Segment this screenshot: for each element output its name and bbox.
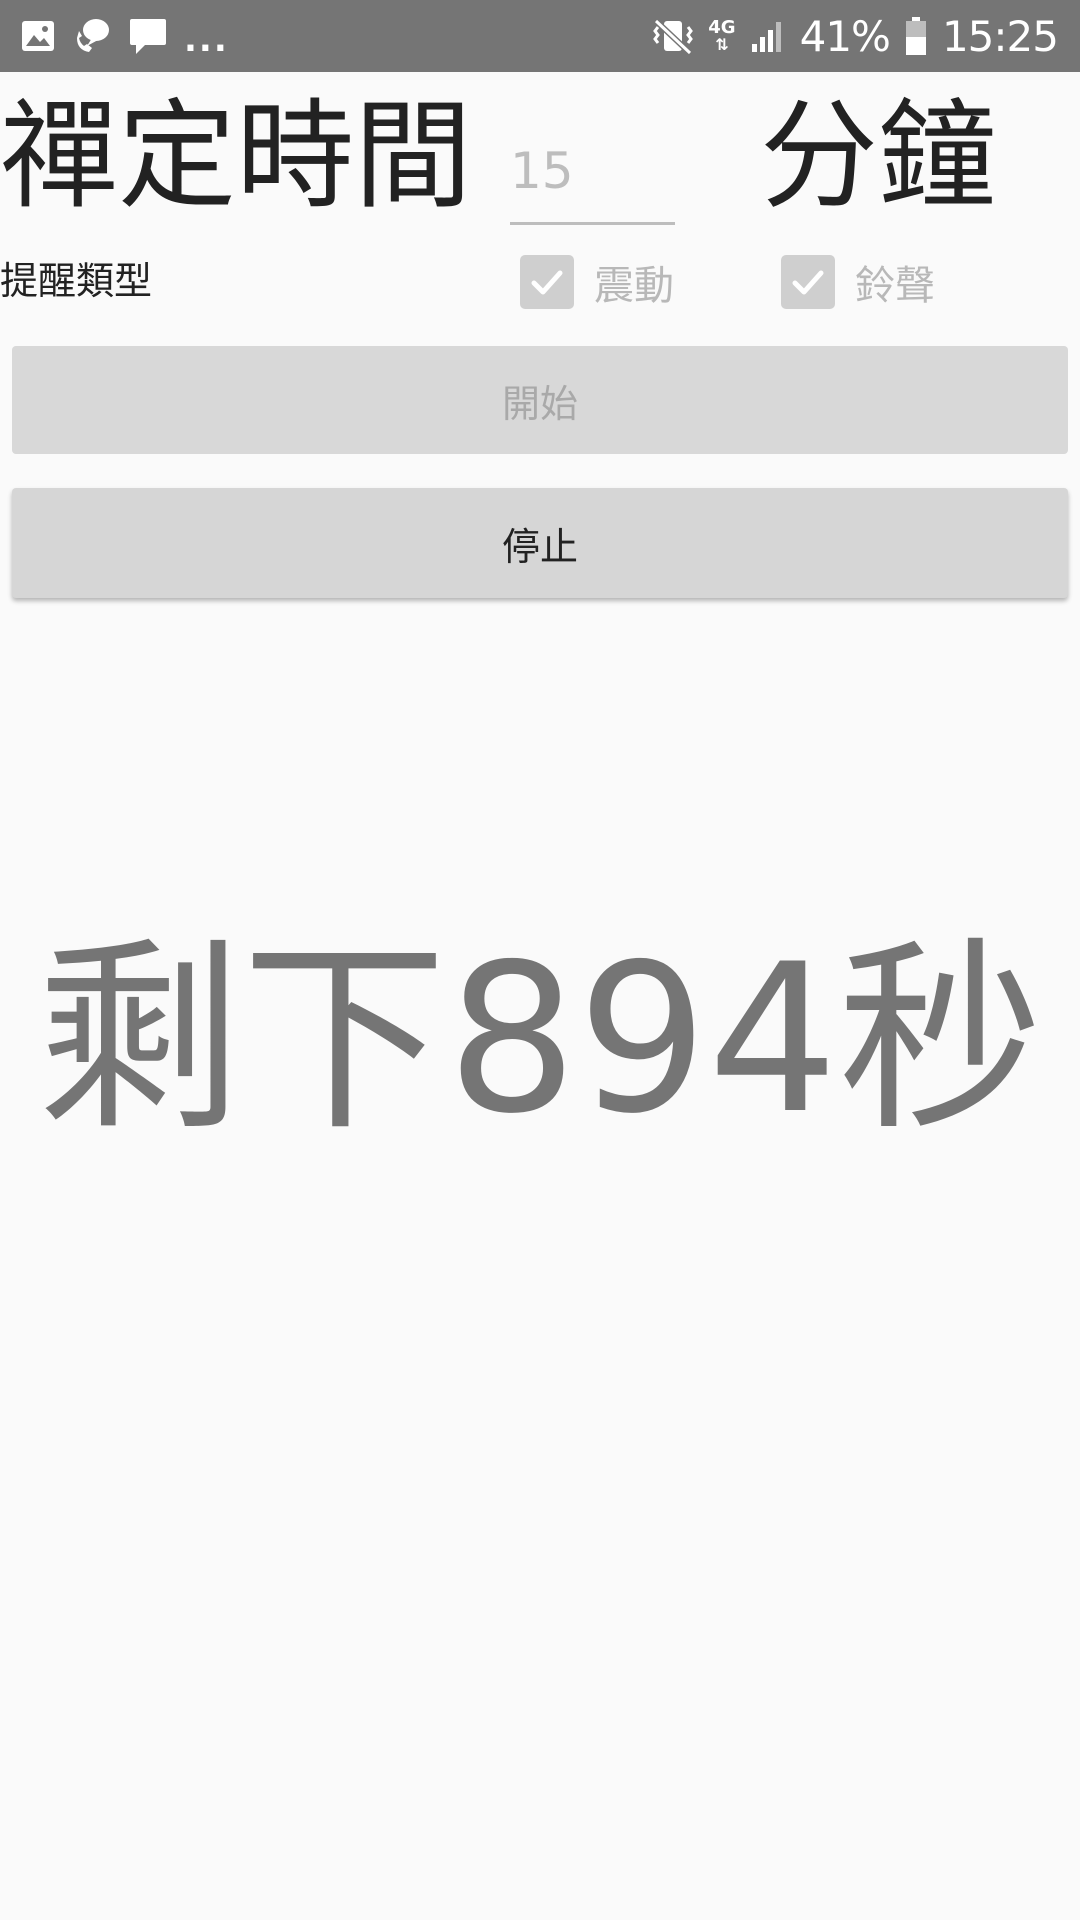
start-button[interactable]: 開始 — [12, 346, 1068, 454]
network-type-indicator: 4G ⇅ — [708, 19, 735, 53]
more-notifications-indicator: ... — [184, 20, 229, 60]
minutes-unit-label: 分鐘 — [760, 87, 997, 225]
status-bar-system: 4G ⇅ 41% 15:25 — [652, 0, 1059, 72]
reminder-type-label: 提醒類型 — [0, 259, 153, 303]
gallery-icon — [20, 18, 56, 54]
vibrate-checkbox[interactable] — [520, 255, 574, 309]
ringtone-checkbox[interactable] — [781, 255, 835, 309]
clock: 15:25 — [941, 11, 1059, 61]
timer-setting-row: 禪定時間 15 分鐘 — [0, 86, 1080, 226]
data-arrows-icon: ⇅ — [715, 35, 729, 54]
stop-button[interactable]: 停止 — [12, 488, 1068, 598]
countdown-display: 剩下894秒 — [36, 921, 1044, 1159]
battery-percent: 41% — [799, 11, 891, 61]
meditation-time-label: 禪定時間 — [0, 87, 473, 225]
chat-icon — [128, 16, 168, 56]
vibrate-label: 震動 — [594, 263, 674, 309]
battery-icon — [904, 15, 928, 57]
check-icon — [792, 270, 824, 295]
minutes-input[interactable]: 15 — [510, 126, 675, 225]
status-bar: ... 4G ⇅ 41% 15:25 — [0, 0, 1080, 72]
signal-icon — [750, 18, 786, 54]
ringtone-label: 鈴聲 — [855, 263, 935, 309]
ringtone-option[interactable]: 鈴聲 — [781, 254, 935, 310]
status-bar-notifications: ... — [20, 0, 229, 72]
reminder-type-row: 提醒類型 震動 鈴聲 — [0, 248, 1080, 314]
call-message-icon — [72, 16, 112, 56]
minutes-input-value: 15 — [510, 142, 574, 200]
mute-vibrate-icon — [652, 15, 694, 57]
check-icon — [531, 270, 563, 295]
vibrate-option[interactable]: 震動 — [520, 254, 674, 310]
